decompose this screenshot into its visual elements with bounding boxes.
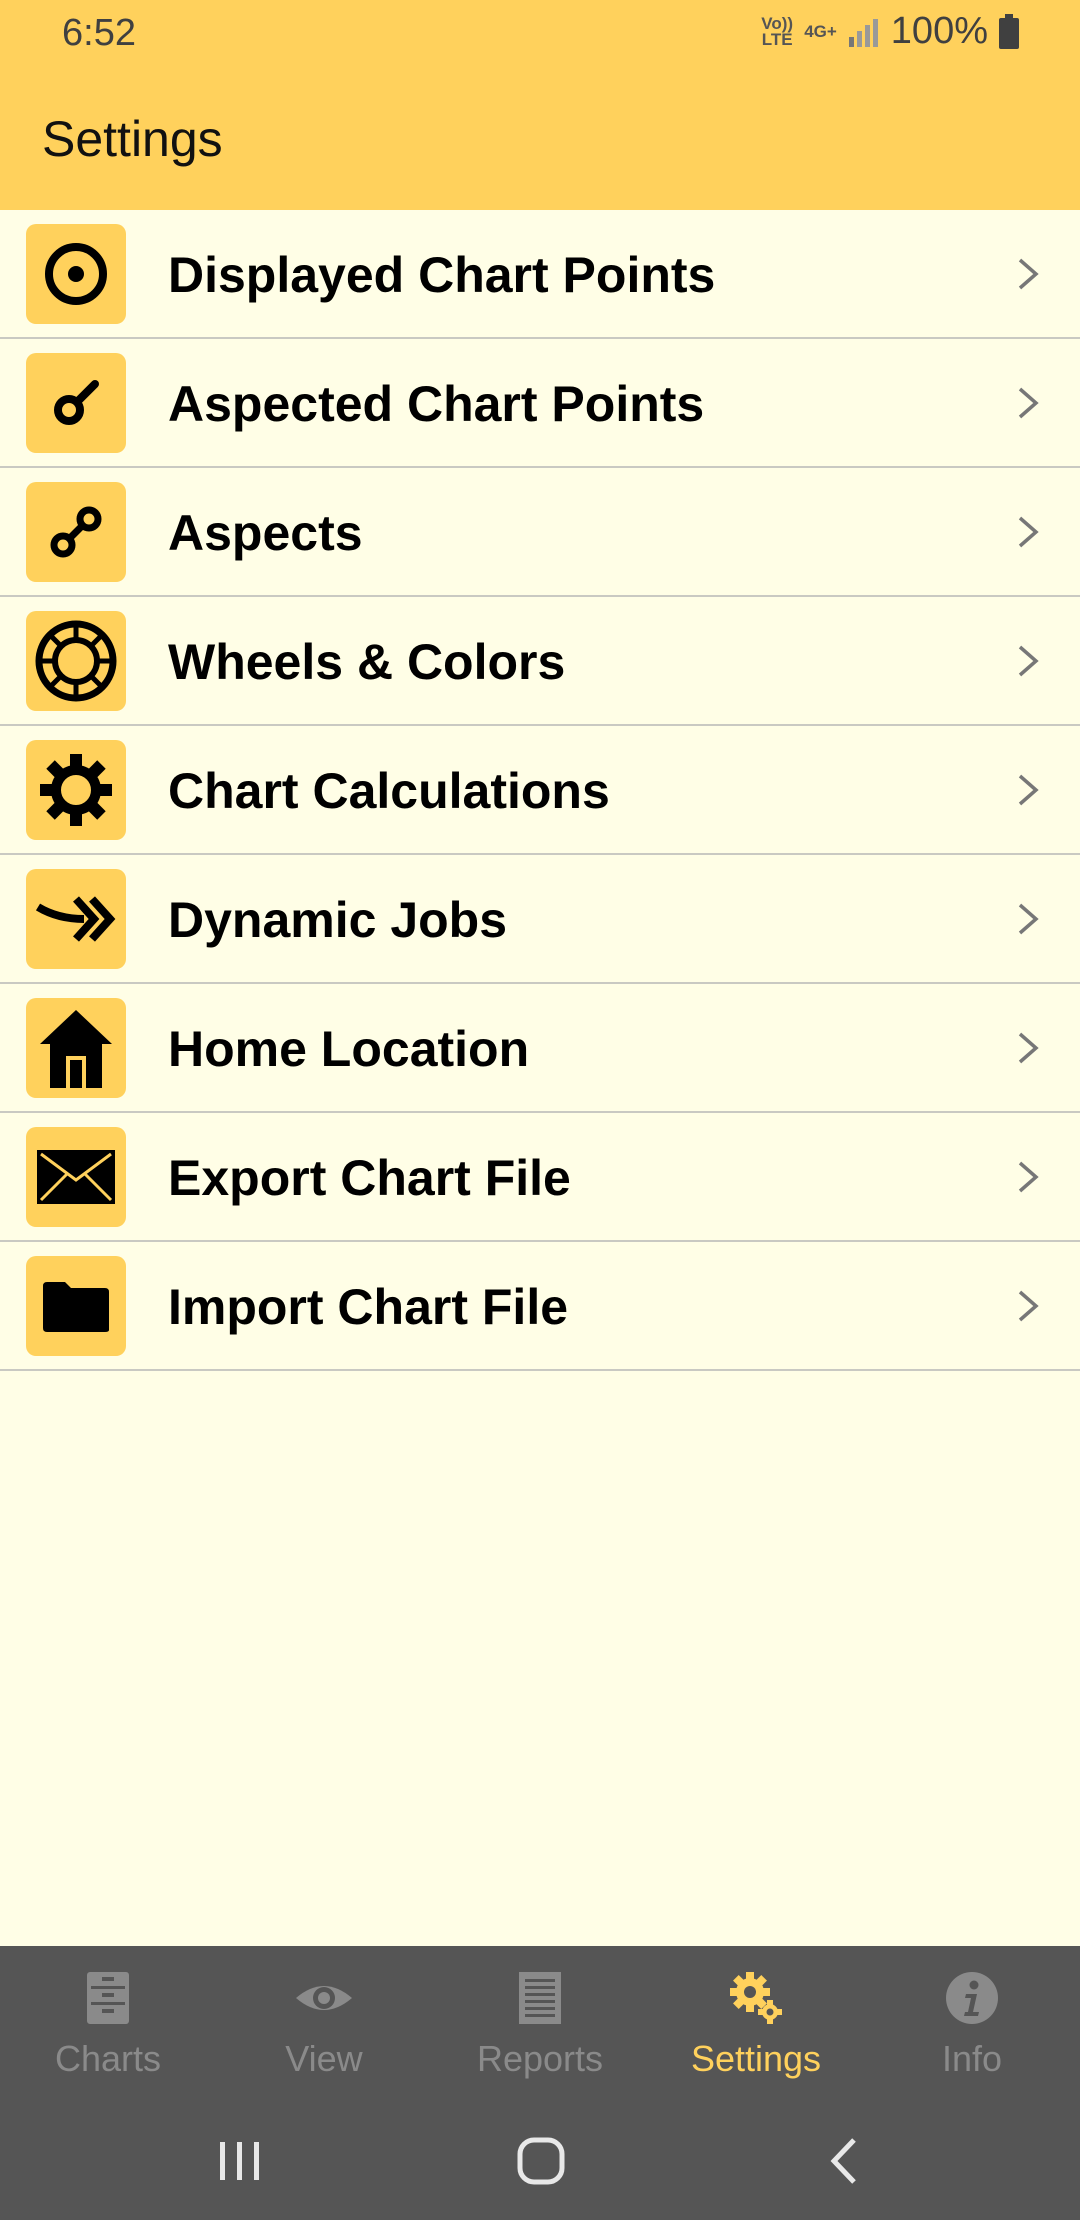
page-title: Settings — [42, 111, 223, 167]
settings-item-label: Home Location — [168, 1021, 530, 1077]
house-icon — [26, 998, 126, 1098]
bottom-nav: Charts View Reports Settings Info — [0, 1946, 1080, 2106]
settings-item-wheels-colors[interactable]: Wheels & Colors — [0, 597, 1080, 726]
tab-charts[interactable]: Charts — [0, 1946, 216, 2106]
info-icon — [946, 1972, 998, 2024]
wheel-icon — [26, 611, 126, 711]
aspect-link-icon — [26, 482, 126, 582]
back-icon[interactable] — [826, 2136, 862, 2186]
envelope-icon — [26, 1127, 126, 1227]
status-icons: Vo)) LTE 4G+ 100% — [760, 10, 1020, 53]
settings-item-label: Displayed Chart Points — [168, 247, 716, 303]
settings-item-label: Dynamic Jobs — [168, 892, 508, 948]
tab-label: Settings — [690, 2038, 822, 2079]
chevron-right-icon — [1018, 516, 1039, 548]
chevron-right-icon — [1018, 774, 1039, 806]
chevron-right-icon — [1018, 258, 1039, 290]
settings-item-import-chart-file[interactable]: Import Chart File — [0, 1242, 1080, 1371]
chevron-right-icon — [1018, 1032, 1039, 1064]
tab-label: Reports — [476, 2038, 604, 2079]
network-indicator: 4G+ — [804, 21, 837, 41]
tab-label: View — [285, 2038, 363, 2079]
settings-item-home-location[interactable]: Home Location — [0, 984, 1080, 1113]
app-bar: Settings — [0, 66, 1080, 210]
target-icon — [26, 224, 126, 324]
settings-item-label: Import Chart File — [168, 1279, 569, 1335]
chevron-right-icon — [1018, 387, 1039, 419]
settings-item-export-chart-file[interactable]: Export Chart File — [0, 1113, 1080, 1242]
file-cabinet-icon — [87, 1972, 129, 2024]
tab-settings[interactable]: Settings — [648, 1946, 864, 2106]
document-icon — [519, 1972, 561, 2024]
tab-label: Charts — [54, 2038, 162, 2079]
settings-item-label: Export Chart File — [168, 1150, 571, 1206]
eye-icon — [296, 1986, 352, 2010]
tab-reports[interactable]: Reports — [432, 1946, 648, 2106]
chevron-right-icon — [1018, 903, 1039, 935]
gears-icon — [730, 1972, 782, 2024]
settings-item-label: Chart Calculations — [168, 763, 610, 819]
home-button-icon[interactable] — [516, 2136, 566, 2186]
settings-item-label: Aspected Chart Points — [168, 376, 705, 432]
battery-percent: 100% — [890, 10, 988, 52]
tab-info[interactable]: Info — [864, 1946, 1080, 2106]
gear-icon — [26, 740, 126, 840]
settings-item-label: Aspects — [168, 505, 363, 561]
status-bar: 6:52 Vo)) LTE 4G+ 100% — [0, 0, 1080, 66]
volte-indicator: Vo)) LTE — [761, 13, 794, 49]
system-nav-bar — [0, 2106, 1080, 2220]
settings-item-label: Wheels & Colors — [168, 634, 566, 690]
battery-icon — [999, 13, 1019, 49]
settings-item-aspected-chart-points[interactable]: Aspected Chart Points — [0, 339, 1080, 468]
folder-icon — [26, 1256, 126, 1356]
forward-arrow-icon — [26, 869, 126, 969]
settings-list: Displayed Chart Points Aspected Chart Po… — [0, 210, 1080, 1371]
chevron-right-icon — [1018, 645, 1039, 677]
signal-icon — [848, 18, 878, 47]
tab-label: Info — [941, 2038, 1003, 2079]
chevron-right-icon — [1018, 1161, 1039, 1193]
settings-item-chart-calculations[interactable]: Chart Calculations — [0, 726, 1080, 855]
settings-item-aspects[interactable]: Aspects — [0, 468, 1080, 597]
settings-item-displayed-chart-points[interactable]: Displayed Chart Points — [0, 210, 1080, 339]
status-time: 6:52 — [62, 12, 136, 54]
settings-item-dynamic-jobs[interactable]: Dynamic Jobs — [0, 855, 1080, 984]
chevron-right-icon — [1018, 1290, 1039, 1322]
tab-view[interactable]: View — [216, 1946, 432, 2106]
chart-point-icon — [26, 353, 126, 453]
recent-apps-icon[interactable] — [216, 2136, 264, 2186]
